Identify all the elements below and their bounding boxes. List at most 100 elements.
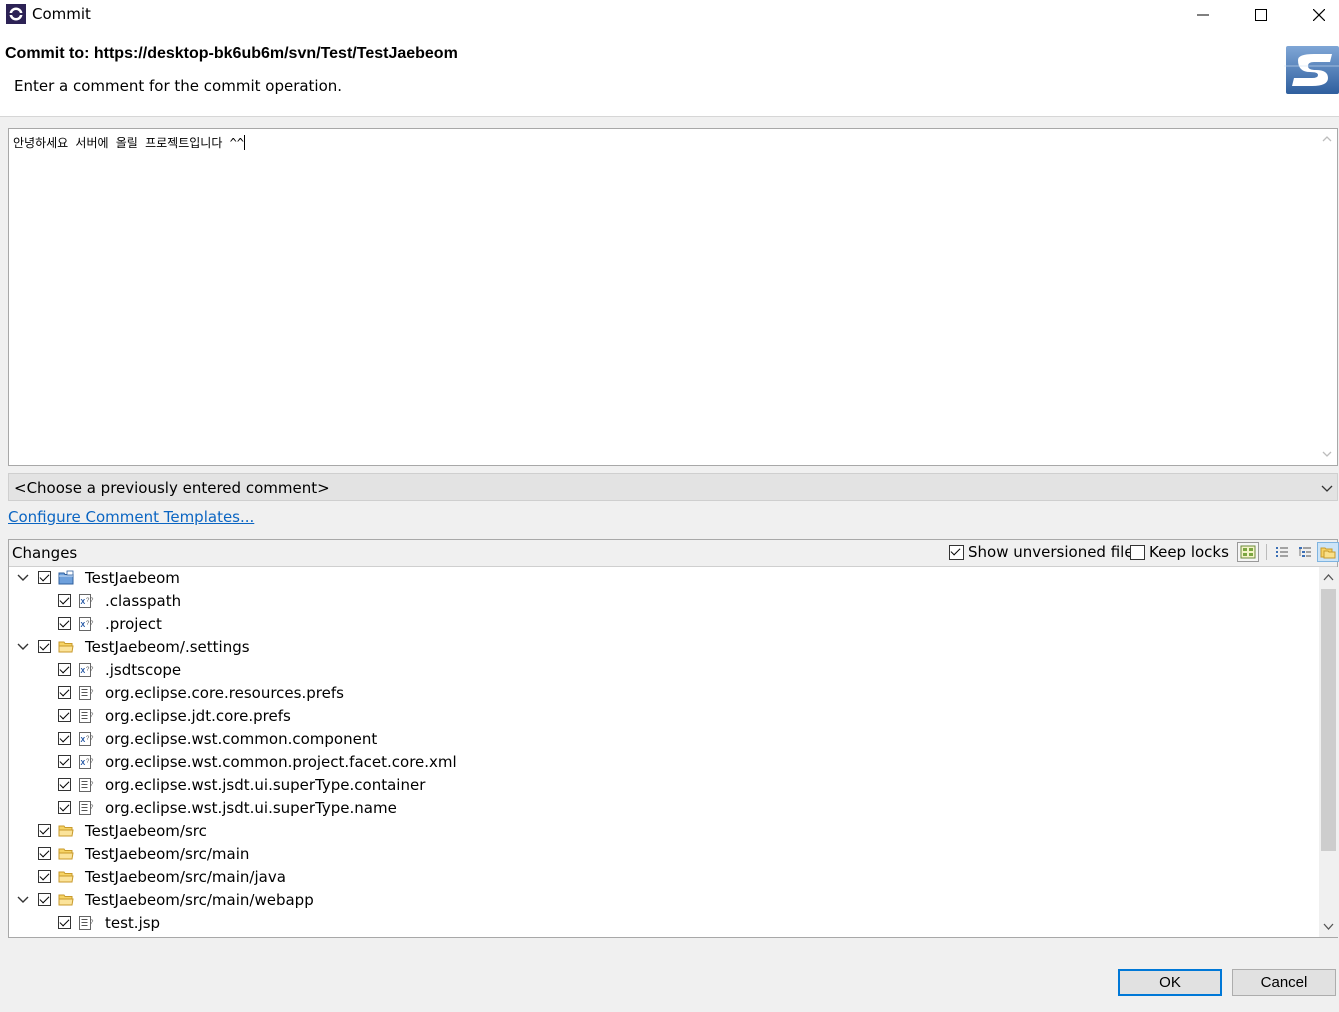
scroll-up-icon[interactable] <box>1323 573 1334 581</box>
tree-row-label: org.eclipse.wst.common.project.facet.cor… <box>105 753 457 771</box>
comment-scrollbar[interactable] <box>1317 129 1337 465</box>
tree-row[interactable]: TestJaebeom/src/main/java <box>9 866 1318 889</box>
show-unversioned-checkbox[interactable]: Show unversioned files <box>949 543 1141 561</box>
tree-row[interactable]: ? org.eclipse.wst.jsdt.ui.superType.conta… <box>9 774 1318 797</box>
show-unversioned-check[interactable] <box>949 544 964 560</box>
tree-row-checkbox[interactable] <box>38 824 51 837</box>
folder-icon <box>58 639 74 655</box>
tree-row[interactable]: X?? .classpath <box>9 590 1318 613</box>
comment-textarea[interactable]: 안녕하세요 서버에 올릴 프로젝트입니다 ^^ <box>8 128 1338 466</box>
changes-tree[interactable]: TestJaebeom X?? .classpath X?? .project TestJ… <box>9 567 1318 937</box>
scrollbar-thumb[interactable] <box>1321 589 1336 851</box>
maximize-icon <box>1255 9 1267 21</box>
tree-row[interactable]: X?? .jsdtscope <box>9 659 1318 682</box>
previous-comment-select[interactable]: <Choose a previously entered comment> <box>8 473 1338 501</box>
dialog-description: Enter a comment for the commit operation… <box>14 77 343 95</box>
tree-row-checkbox[interactable] <box>58 916 71 929</box>
tree-row[interactable]: TestJaebeom/src <box>9 820 1318 843</box>
tree-row[interactable]: X?? org.eclipse.wst.common.project.facet.… <box>9 751 1318 774</box>
tree-row-checkbox[interactable] <box>58 617 71 630</box>
svg-text:?: ? <box>90 621 94 627</box>
layout-icon <box>1240 545 1256 559</box>
layout-button[interactable] <box>1237 542 1259 562</box>
text-caret <box>244 135 246 150</box>
scroll-down-icon[interactable] <box>1323 923 1334 931</box>
xml-file-icon: X?? <box>78 662 94 678</box>
tree-row-label: test.jsp <box>105 914 161 932</box>
ok-button[interactable]: OK <box>1118 969 1222 996</box>
previous-comment-value: <Choose a previously entered comment> <box>14 479 330 497</box>
svg-text:?: ? <box>90 759 94 765</box>
compressed-folders-button[interactable] <box>1317 542 1339 562</box>
close-icon <box>1313 9 1325 21</box>
tree-row[interactable]: ? org.eclipse.jdt.core.prefs <box>9 705 1318 728</box>
folder-icon <box>58 892 74 908</box>
tree-row-checkbox[interactable] <box>58 801 71 814</box>
text-file-icon: ? <box>78 777 94 793</box>
eclipse-app-icon <box>6 4 26 24</box>
tree-row-checkbox[interactable] <box>38 870 51 883</box>
svg-text:?: ? <box>90 920 94 926</box>
folder-icon <box>58 823 74 839</box>
tree-row[interactable]: X?? org.eclipse.wst.common.component <box>9 728 1318 751</box>
tree-row[interactable]: ? org.eclipse.core.resources.prefs <box>9 682 1318 705</box>
chevron-down-icon[interactable] <box>17 895 29 905</box>
keep-locks-check[interactable] <box>1130 544 1145 560</box>
tree-row-label: .classpath <box>105 592 182 610</box>
tree-row[interactable]: ? org.eclipse.wst.jsdt.ui.superType.name <box>9 797 1318 820</box>
minimize-icon <box>1197 14 1209 16</box>
scroll-down-icon[interactable] <box>1322 449 1332 459</box>
keep-locks-checkbox[interactable]: Keep locks <box>1130 543 1229 561</box>
xml-file-icon: X?? <box>78 593 94 609</box>
chevron-down-icon[interactable] <box>17 642 29 652</box>
tree-row-checkbox[interactable] <box>58 594 71 607</box>
tree-row-checkbox[interactable] <box>58 686 71 699</box>
tree-row-label: TestJaebeom/src <box>85 822 207 840</box>
tree-row[interactable]: ? test.jsp <box>9 912 1318 935</box>
comment-text: 안녕하세요 서버에 올릴 프로젝트입니다 ^^ <box>13 136 245 150</box>
svg-text:?: ? <box>90 667 94 673</box>
tree-row-checkbox[interactable] <box>58 778 71 791</box>
project-folder-icon <box>58 570 74 586</box>
keep-locks-label: Keep locks <box>1149 543 1229 561</box>
tree-row-checkbox[interactable] <box>58 732 71 745</box>
tree-row-label: org.eclipse.wst.common.component <box>105 730 378 748</box>
tree-row-label: .jsdtscope <box>105 661 182 679</box>
tree-row-label: org.eclipse.core.resources.prefs <box>105 684 344 702</box>
scroll-up-icon[interactable] <box>1322 134 1332 144</box>
text-file-icon: ? <box>78 915 94 931</box>
tree-row-checkbox[interactable] <box>38 571 51 584</box>
tree-row-label: TestJaebeom <box>85 569 180 587</box>
tree-row-checkbox[interactable] <box>58 709 71 722</box>
svg-text:?: ? <box>90 736 94 742</box>
folder-icon <box>58 846 74 862</box>
tree-row-checkbox[interactable] <box>38 847 51 860</box>
tree-row-checkbox[interactable] <box>38 893 51 906</box>
chevron-down-icon <box>1321 485 1333 492</box>
svg-text:X: X <box>81 622 86 629</box>
configure-templates-link[interactable]: Configure Comment Templates... <box>8 508 254 526</box>
dialog-title: Commit to: https://desktop-bk6ub6m/svn/T… <box>5 45 458 62</box>
tree-view-icon <box>1299 547 1311 557</box>
tree-row[interactable]: TestJaebeom/src/main/webapp <box>9 889 1318 912</box>
minimize-button[interactable] <box>1174 0 1232 30</box>
tree-row-label: .project <box>105 615 162 633</box>
tree-view-button[interactable] <box>1294 542 1316 562</box>
text-file-icon: ? <box>78 708 94 724</box>
tree-row[interactable]: TestJaebeom <box>9 567 1318 590</box>
close-button[interactable] <box>1290 0 1339 30</box>
tree-row-checkbox[interactable] <box>38 640 51 653</box>
svg-text:?: ? <box>90 805 94 811</box>
tree-row-label: org.eclipse.wst.jsdt.ui.superType.contai… <box>105 776 426 794</box>
chevron-down-icon[interactable] <box>17 573 29 583</box>
cancel-button[interactable]: Cancel <box>1232 969 1336 996</box>
tree-row[interactable]: TestJaebeom/.settings <box>9 636 1318 659</box>
maximize-button[interactable] <box>1232 0 1290 30</box>
changes-scrollbar[interactable] <box>1319 567 1338 937</box>
tree-row-checkbox[interactable] <box>58 755 71 768</box>
tree-row[interactable]: TestJaebeom/src/main <box>9 843 1318 866</box>
flat-list-button[interactable] <box>1271 542 1293 562</box>
tree-row-checkbox[interactable] <box>58 663 71 676</box>
tree-row[interactable]: X?? .project <box>9 613 1318 636</box>
dialog-header: Commit to: https://desktop-bk6ub6m/svn/T… <box>0 30 1339 117</box>
